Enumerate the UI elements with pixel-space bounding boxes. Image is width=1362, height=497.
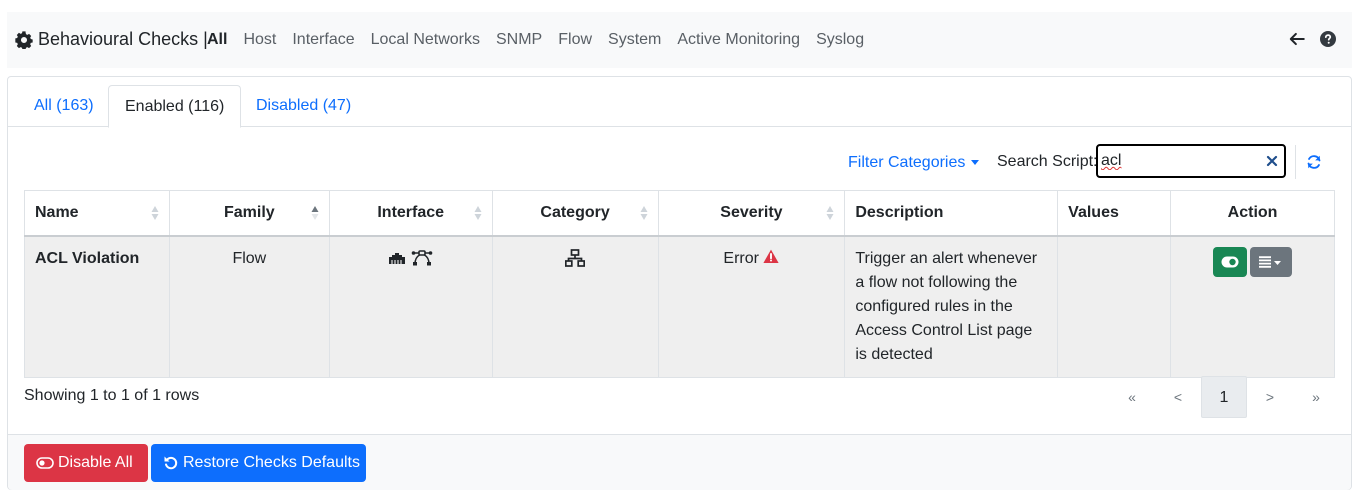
severity-label: Error <box>723 249 759 267</box>
list-menu-icon <box>1259 255 1282 268</box>
tab-disabled[interactable]: Disabled (47) <box>240 85 367 127</box>
column-header-description: Description <box>844 190 1059 237</box>
nav-flow[interactable]: Flow <box>558 31 592 49</box>
nav-syslog[interactable]: Syslog <box>816 31 864 49</box>
network-wired-icon <box>565 249 586 268</box>
table-row: ACL Violation Flow Error Trigger an aler… <box>24 235 1335 378</box>
pagination: « < 1 > » <box>1109 376 1339 418</box>
nav-all[interactable]: All <box>207 31 227 49</box>
search-input[interactable] <box>1101 149 1261 173</box>
column-label: Severity <box>720 203 783 221</box>
column-header-name[interactable]: Name <box>24 190 170 237</box>
pagination-summary: Showing 1 to 1 of 1 rows <box>24 387 200 404</box>
cell-description: Trigger an alert whenever a flow not fol… <box>844 235 1059 378</box>
pagination-first[interactable]: « <box>1109 376 1155 418</box>
page-title-text: Behavioural Checks <box>38 29 199 49</box>
tab-enabled[interactable]: Enabled (116) <box>108 85 242 128</box>
sort-icon <box>640 206 648 220</box>
page-title: Behavioural Checks | <box>38 29 213 50</box>
cell-severity: Error <box>657 235 846 378</box>
nav-system[interactable]: System <box>608 31 661 49</box>
column-label: Interface <box>377 203 445 221</box>
page-header: Behavioural Checks | All Host Interface L… <box>7 12 1352 68</box>
column-header-family[interactable]: Family <box>168 190 330 237</box>
column-label: Category <box>540 203 610 221</box>
search-field[interactable] <box>1096 144 1286 178</box>
ethernet-icon <box>389 253 406 265</box>
toggle-off-icon <box>36 456 54 469</box>
sort-ascending-icon <box>311 206 319 220</box>
checks-table: Name Family Interface Category Severity <box>24 190 1335 378</box>
cell-values <box>1057 235 1172 378</box>
arrow-left-icon[interactable] <box>1288 30 1306 48</box>
gear-icon <box>15 31 33 49</box>
cell-category <box>491 235 659 378</box>
undo-icon <box>164 456 178 469</box>
sort-icon <box>826 206 834 220</box>
cell-family: Flow <box>168 235 330 378</box>
cell-name: ACL Violation <box>24 235 170 378</box>
disable-all-label: Disable All <box>58 454 133 471</box>
restore-defaults-button[interactable]: Restore Checks Defaults <box>151 444 366 482</box>
column-label: Family <box>223 203 275 221</box>
nav-host[interactable]: Host <box>243 31 276 49</box>
search-label: Search Script: <box>997 153 1098 170</box>
pagination-next[interactable]: > <box>1247 376 1293 418</box>
sort-icon <box>151 206 159 220</box>
restore-defaults-label: Restore Checks Defaults <box>183 454 360 471</box>
column-label: Action <box>1227 203 1278 221</box>
actions-menu-button[interactable] <box>1250 246 1293 277</box>
column-header-category[interactable]: Category <box>491 190 659 237</box>
toggle-check-button[interactable] <box>1213 246 1248 277</box>
table-header-row: Name Family Interface Category Severity <box>24 190 1335 237</box>
pagination-current-page[interactable]: 1 <box>1201 376 1247 418</box>
filter-categories-label: Filter Categories <box>848 154 966 171</box>
header-nav: All Host Interface Local Networks SNMP F… <box>207 31 880 49</box>
cell-interface <box>328 235 493 378</box>
column-header-interface[interactable]: Interface <box>328 190 493 237</box>
column-label: Values <box>1068 203 1119 221</box>
checks-card: All (163) Enabled (116) Disabled (47) Fi… <box>7 76 1352 490</box>
caret-down-icon <box>971 160 980 166</box>
filter-categories-dropdown[interactable]: Filter Categories <box>848 154 980 172</box>
toolbar-divider <box>1295 145 1296 179</box>
nav-active-monitoring[interactable]: Active Monitoring <box>677 31 800 49</box>
card-footer: Disable All Restore Checks Defaults <box>8 434 1351 490</box>
nav-local-networks[interactable]: Local Networks <box>371 31 480 49</box>
nav-snmp[interactable]: SNMP <box>496 31 542 49</box>
pagination-prev[interactable]: < <box>1155 376 1201 418</box>
pagination-last[interactable]: » <box>1293 376 1339 418</box>
cell-action <box>1170 235 1335 378</box>
refresh-icon[interactable] <box>1306 154 1322 170</box>
toggle-on-icon <box>1221 256 1239 267</box>
column-header-severity[interactable]: Severity <box>657 190 846 237</box>
column-header-values: Values <box>1057 190 1172 237</box>
column-label: Name <box>35 203 79 221</box>
tabs-bar: All (163) Enabled (116) Disabled (47) <box>8 85 1351 128</box>
tab-all[interactable]: All (163) <box>18 85 110 127</box>
sort-icon <box>474 206 482 220</box>
close-icon[interactable] <box>1266 155 1278 167</box>
column-label: Description <box>855 203 944 221</box>
column-header-action: Action <box>1170 190 1335 237</box>
bezier-curve-icon <box>411 250 433 266</box>
warning-triangle-icon <box>763 249 780 263</box>
disable-all-button[interactable]: Disable All <box>24 444 148 482</box>
nav-interface[interactable]: Interface <box>292 31 354 49</box>
question-circle-icon[interactable] <box>1320 31 1336 47</box>
